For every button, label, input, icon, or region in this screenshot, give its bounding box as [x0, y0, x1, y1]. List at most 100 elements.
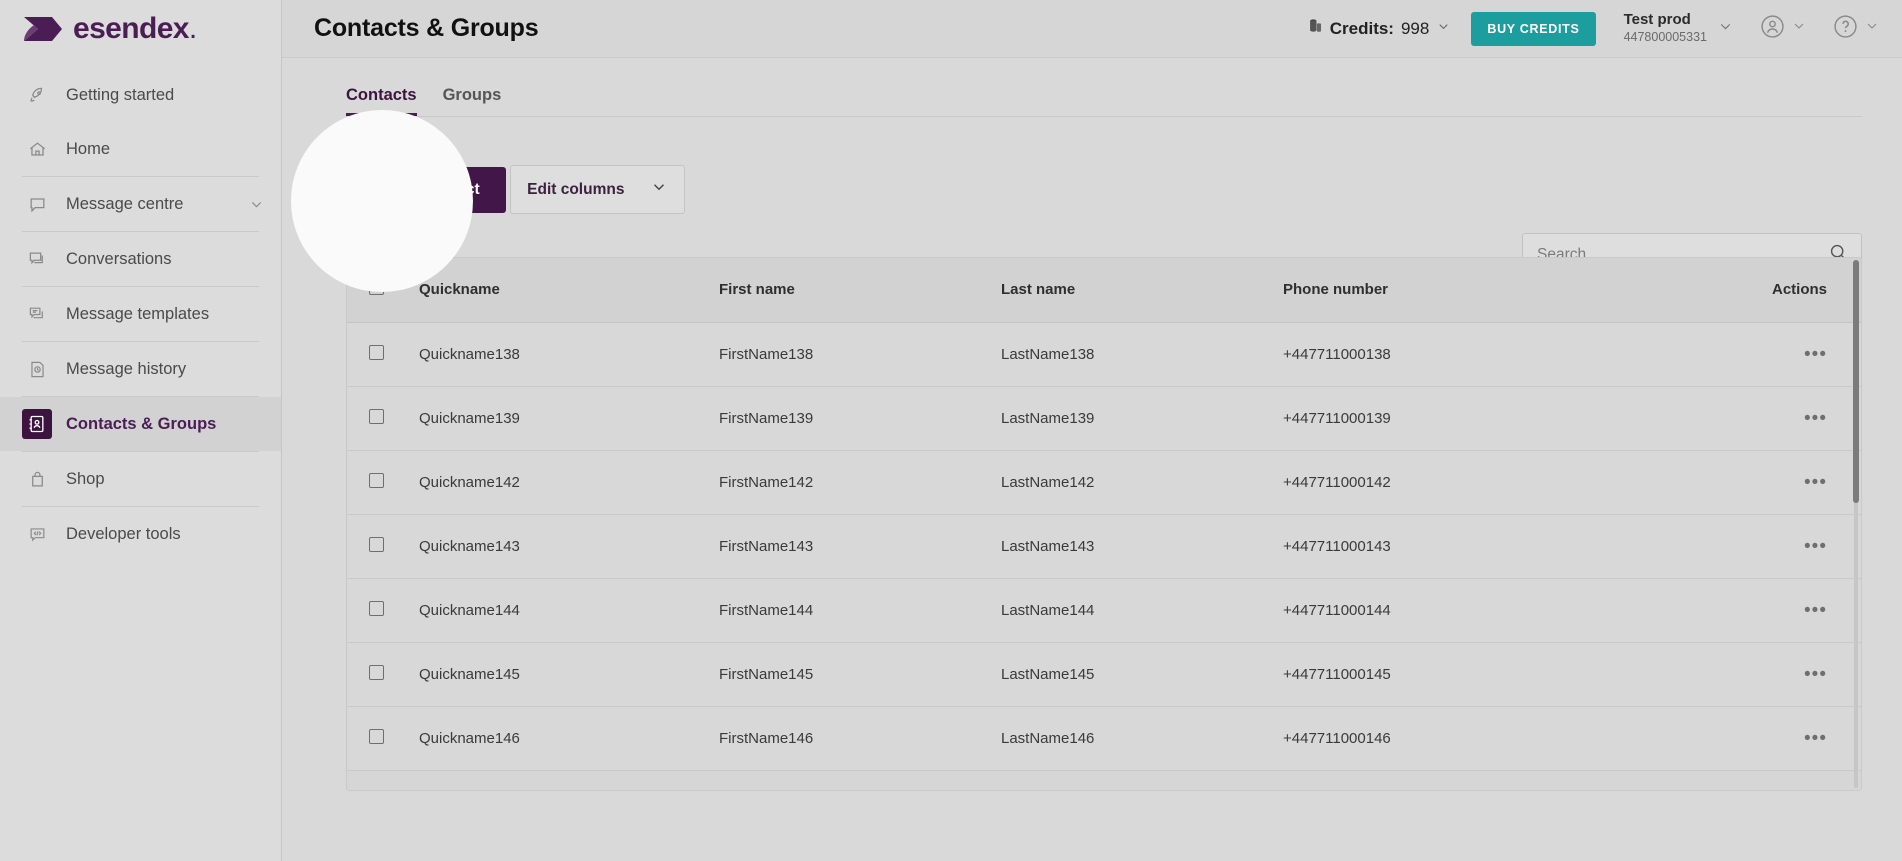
row-select-cell: [347, 706, 409, 770]
edit-columns-label: Edit columns: [527, 180, 625, 198]
table-row[interactable]: Quickname145 FirstName145 LastName145 +4…: [347, 642, 1861, 706]
table-row[interactable]: Quickname138 FirstName138 LastName138 +4…: [347, 322, 1861, 386]
cell-phone-number: +447711000144: [1283, 601, 1391, 619]
cell-quickname: Quickname144: [419, 601, 520, 619]
chevron-down-icon[interactable]: [650, 178, 668, 201]
sidebar-nav: Getting started Home Message centre Conv…: [0, 58, 281, 561]
table-body: Quickname138 FirstName138 LastName138 +4…: [347, 322, 1861, 770]
cell-actions: •••: [1741, 450, 1861, 514]
credits-label: Credits:: [1329, 18, 1394, 38]
row-checkbox[interactable]: [369, 600, 384, 616]
row-checkbox[interactable]: [369, 664, 384, 680]
history-icon: [22, 354, 52, 384]
scrollbar-thumb[interactable]: [1853, 260, 1859, 503]
row-select-cell: [347, 578, 409, 642]
column-header-actions: Actions: [1741, 258, 1861, 322]
sidebar-item-getting-started[interactable]: Getting started: [0, 68, 281, 122]
row-actions-menu-icon[interactable]: •••: [1804, 344, 1827, 365]
column-header-last-name[interactable]: Last name: [991, 258, 1273, 322]
templates-icon: [22, 299, 52, 329]
cell-phone-number: +447711000139: [1283, 409, 1391, 427]
sidebar-item-label: Shop: [66, 469, 105, 488]
cell-last-name: LastName143: [1001, 537, 1095, 555]
cell-first-name: FirstName145: [719, 665, 814, 683]
sidebar-item-developer-tools[interactable]: Developer tools: [0, 507, 281, 561]
row-actions-menu-icon[interactable]: •••: [1804, 408, 1827, 429]
cell-first-name: FirstName139: [719, 409, 814, 427]
row-actions-menu-icon[interactable]: •••: [1804, 664, 1827, 685]
sidebar-item-message-centre[interactable]: Message centre: [0, 177, 281, 231]
row-actions-menu-icon[interactable]: •••: [1804, 472, 1827, 493]
sidebar-item-message-history[interactable]: Message history: [0, 342, 281, 396]
coins-icon: [1308, 18, 1323, 39]
user-avatar-icon: [1760, 14, 1785, 44]
account-switcher[interactable]: Test prod 447800005331: [1624, 11, 1734, 45]
chevron-down-icon[interactable]: [1791, 18, 1807, 39]
table-row[interactable]: Quickname144 FirstName144 LastName144 +4…: [347, 578, 1861, 642]
sidebar-item-label: Home: [66, 139, 111, 158]
application-root: esendex . Getting started Home Message c…: [0, 0, 1902, 861]
brand-logo[interactable]: esendex .: [0, 0, 281, 58]
cell-first-name: FirstName142: [719, 473, 814, 491]
cell-actions: •••: [1741, 386, 1861, 450]
conversations-icon: [22, 244, 52, 274]
buy-credits-button[interactable]: BUY CREDITS: [1471, 11, 1596, 46]
row-actions-menu-icon[interactable]: •••: [1804, 600, 1827, 621]
help-menu[interactable]: [1833, 14, 1880, 44]
header-right-controls: Credits: 998 BUY CREDITS Test prod 44780…: [1308, 11, 1880, 46]
cell-quickname: Quickname138: [419, 345, 520, 363]
tab-contacts[interactable]: Contacts: [346, 86, 417, 116]
row-checkbox[interactable]: [369, 536, 384, 552]
cell-last-name: LastName144: [1001, 601, 1095, 619]
sidebar: esendex . Getting started Home Message c…: [0, 0, 282, 861]
table-row[interactable]: Quickname143 FirstName143 LastName143 +4…: [347, 514, 1861, 578]
table-header-row: Quickname First name Last name Phone num…: [347, 258, 1861, 322]
cell-actions: •••: [1741, 514, 1861, 578]
row-actions-menu-icon[interactable]: •••: [1804, 728, 1827, 749]
sidebar-item-home[interactable]: Home: [0, 122, 281, 176]
column-header-quickname[interactable]: Quickname: [409, 258, 709, 322]
column-header-first-name[interactable]: First name: [709, 258, 991, 322]
cell-quickname: Quickname146: [419, 729, 520, 747]
table-row[interactable]: Quickname142 FirstName142 LastName142 +4…: [347, 450, 1861, 514]
row-checkbox[interactable]: [369, 408, 384, 424]
row-actions-menu-icon[interactable]: •••: [1804, 536, 1827, 557]
edit-columns-dropdown[interactable]: Edit columns: [510, 165, 686, 214]
chevron-down-icon[interactable]: [1864, 18, 1880, 39]
sidebar-item-message-templates[interactable]: Message templates: [0, 287, 281, 341]
sidebar-item-label: Getting started: [66, 85, 175, 104]
sidebar-item-contacts-and-groups[interactable]: Contacts & Groups: [0, 397, 281, 451]
table-head: Quickname First name Last name Phone num…: [347, 258, 1861, 322]
row-checkbox[interactable]: [369, 728, 384, 744]
table-row[interactable]: Quickname139 FirstName139 LastName139 +4…: [347, 386, 1861, 450]
code-icon: [22, 519, 52, 549]
cell-quickname: Quickname145: [419, 665, 520, 683]
column-header-phone-number[interactable]: Phone number: [1273, 258, 1741, 322]
tab-groups[interactable]: Groups: [443, 86, 502, 116]
chevron-down-icon[interactable]: [1436, 19, 1451, 39]
row-select-cell: [347, 322, 409, 386]
row-checkbox[interactable]: [369, 344, 384, 360]
cell-actions: •••: [1741, 706, 1861, 770]
sidebar-item-conversations[interactable]: Conversations: [0, 232, 281, 286]
row-select-cell: [347, 642, 409, 706]
account-number: 447800005331: [1623, 30, 1707, 45]
cell-last-name: LastName139: [1001, 409, 1095, 427]
table-scrollbar[interactable]: [1852, 260, 1859, 788]
cell-first-name: FirstName138: [719, 345, 814, 363]
credits-indicator[interactable]: Credits: 998: [1308, 18, 1452, 39]
sidebar-item-label: Developer tools: [66, 524, 181, 543]
chevron-down-icon[interactable]: [1717, 18, 1734, 40]
sidebar-item-label: Contacts & Groups: [66, 414, 217, 433]
user-menu[interactable]: [1760, 14, 1807, 44]
cell-quickname: Quickname143: [419, 537, 520, 555]
select-all-checkbox[interactable]: [369, 280, 384, 296]
sidebar-item-label: Conversations: [66, 249, 172, 268]
create-contact-button[interactable]: Create contact: [346, 166, 506, 213]
row-checkbox[interactable]: [369, 472, 384, 488]
sidebar-item-shop[interactable]: Shop: [0, 452, 281, 506]
rocket-icon: [22, 80, 52, 110]
table-row[interactable]: Quickname146 FirstName146 LastName146 +4…: [347, 706, 1861, 770]
chevron-down-icon[interactable]: [248, 196, 265, 213]
credits-value: 998: [1400, 18, 1430, 38]
